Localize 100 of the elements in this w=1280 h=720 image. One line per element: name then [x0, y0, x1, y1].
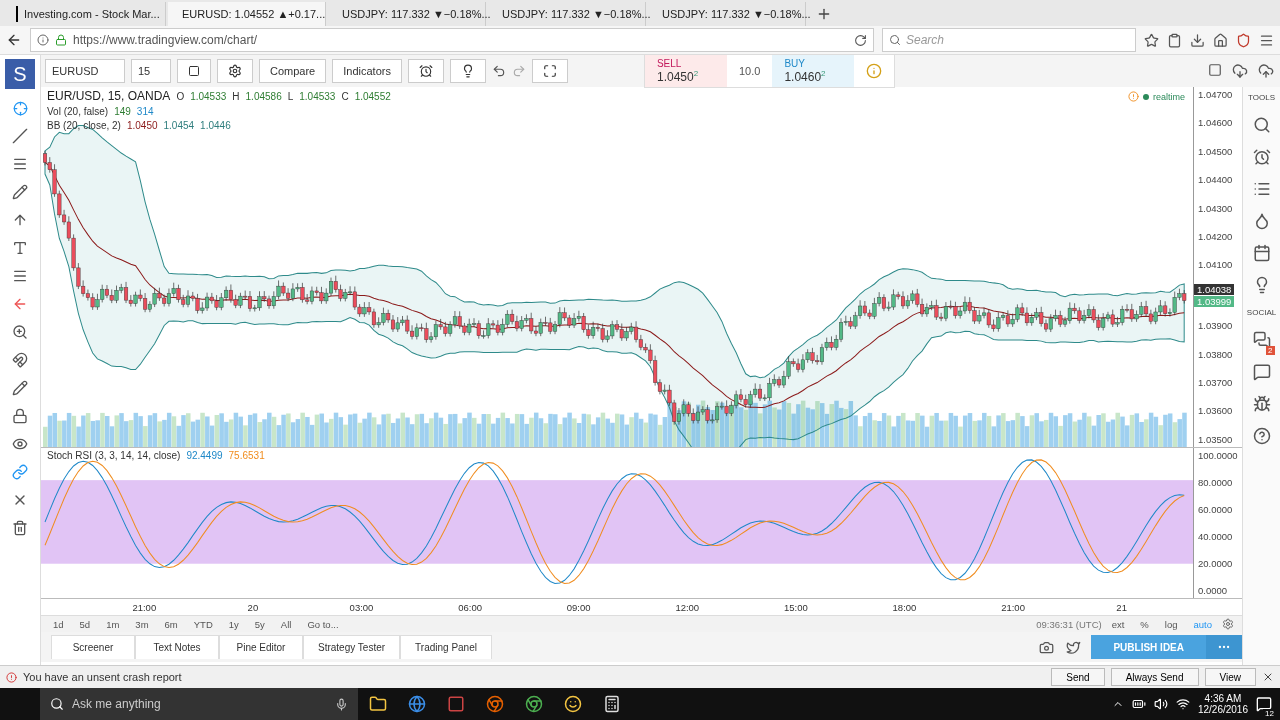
smiley-icon[interactable] — [563, 695, 582, 713]
notification-icon[interactable] — [1256, 696, 1272, 712]
link-icon[interactable] — [12, 464, 28, 480]
bug-icon[interactable] — [1252, 395, 1271, 413]
panel-tab[interactable]: Pine Editor — [219, 635, 303, 659]
panel-tab[interactable]: Strategy Tester — [303, 635, 401, 659]
wifi-icon[interactable] — [1175, 697, 1190, 711]
symbol-field[interactable]: EURUSD — [45, 59, 125, 83]
scale-option[interactable]: ext — [1105, 618, 1131, 630]
range-button[interactable]: 1m — [100, 618, 126, 630]
indicator-name[interactable]: Vol (20, false) — [47, 106, 109, 117]
browser-icon[interactable] — [524, 695, 543, 713]
toolbar-button[interactable]: Indicators — [332, 59, 402, 83]
crash-button[interactable]: View — [1204, 668, 1256, 686]
logo[interactable]: S — [5, 59, 35, 89]
settings-icon[interactable] — [1222, 618, 1234, 630]
speaker-icon[interactable] — [1153, 697, 1168, 711]
price-label: 1.03600 — [1197, 405, 1234, 417]
shield-icon[interactable] — [1236, 32, 1251, 48]
indicator-value: 314 — [136, 106, 154, 117]
download-icon[interactable] — [1190, 32, 1205, 48]
cloud-download-icon[interactable] — [1232, 63, 1248, 79]
sell-button[interactable]: SELL 1.0450$^{2}$ — [644, 55, 727, 87]
search-icon[interactable] — [1252, 116, 1271, 134]
range-button[interactable]: 6m — [158, 618, 184, 630]
settings-button[interactable] — [217, 59, 253, 83]
chat-icon[interactable] — [1252, 331, 1271, 349]
interval-field[interactable]: 15 — [131, 59, 171, 83]
crash-button[interactable]: Always Send — [1110, 668, 1199, 686]
trash-icon[interactable] — [12, 520, 28, 536]
crosshair-icon[interactable] — [12, 101, 28, 116]
help-icon[interactable] — [1252, 427, 1271, 445]
range-button[interactable]: 3m — [129, 618, 155, 630]
ohlc-label: O — [176, 90, 185, 102]
cursor-price-tag: 1.04038 — [1194, 283, 1235, 295]
home-icon[interactable] — [1213, 32, 1228, 48]
message-icon[interactable] — [1252, 363, 1271, 381]
price-label: 1.03800 — [1197, 348, 1234, 360]
magnet-icon[interactable] — [12, 352, 28, 368]
alert-button[interactable] — [407, 59, 444, 83]
indicator-name[interactable]: Stoch RSI (3, 3, 14, 14, close) — [47, 450, 181, 461]
crash-button[interactable]: Send — [1051, 668, 1105, 686]
crash-icon — [6, 671, 17, 683]
clipboard-icon[interactable] — [1167, 32, 1182, 48]
calculator-icon[interactable] — [602, 695, 621, 713]
new-tab-icon[interactable] — [816, 6, 832, 22]
last-price-tag: 1.03999 — [1194, 295, 1235, 307]
parallel-lines-icon[interactable] — [12, 156, 28, 172]
range-button[interactable]: YTD — [187, 618, 219, 630]
buy-button[interactable]: BUY 1.0460$^{2}$ — [772, 55, 855, 87]
panel-tab[interactable]: Trading Panel — [400, 635, 492, 659]
time-label: 09:00 — [565, 601, 592, 613]
social-label: SOCIAL — [1246, 308, 1277, 317]
candle-type-button[interactable] — [177, 59, 211, 83]
taskbar-search[interactable]: Ask me anything — [40, 688, 358, 720]
reload-icon[interactable] — [854, 33, 867, 47]
app-icon[interactable] — [446, 695, 465, 713]
undo-icon[interactable] — [491, 64, 506, 78]
address-field[interactable]: https://www.tradingview.com/chart/ — [30, 28, 874, 52]
price-label: 1.04500 — [1197, 145, 1234, 157]
indicator-name[interactable]: BB (20, close, 2) — [47, 120, 121, 131]
text-tool-icon[interactable] — [12, 240, 28, 256]
range-button[interactable]: Go to... — [301, 618, 345, 630]
battery-icon[interactable] — [1131, 697, 1146, 711]
line-tool-icon[interactable] — [12, 128, 28, 144]
panel-tab[interactable]: Text Notes — [135, 635, 219, 659]
list-icon[interactable] — [1252, 180, 1271, 198]
range-button[interactable]: 5y — [248, 618, 271, 630]
twitter-icon[interactable] — [1066, 639, 1082, 655]
browser-tab[interactable]: EURUSD: 1.04552 ▲+0.17... — [168, 2, 326, 26]
range-button[interactable]: 1d — [47, 618, 70, 630]
back-icon[interactable] — [6, 32, 22, 48]
zoom-icon[interactable] — [12, 324, 28, 340]
ideas-button[interactable] — [449, 59, 486, 83]
panel-tab[interactable]: Screener — [51, 635, 135, 659]
close-icon[interactable] — [1262, 671, 1274, 683]
range-button[interactable]: 1y — [222, 618, 245, 630]
calendar-icon[interactable] — [1252, 244, 1271, 262]
scale-option[interactable]: log — [1158, 618, 1184, 630]
alarm-icon[interactable] — [1252, 148, 1271, 166]
globe-icon[interactable] — [407, 695, 426, 713]
scale-option[interactable]: % — [1134, 618, 1155, 630]
cloud-upload-icon[interactable] — [1258, 63, 1274, 79]
quantity-value: 10.0 — [737, 64, 762, 79]
range-button[interactable]: All — [274, 618, 298, 630]
indicator-value: 75.6531 — [228, 450, 265, 461]
layout-icon[interactable] — [1208, 63, 1222, 77]
star-icon[interactable] — [1144, 32, 1159, 48]
range-button[interactable]: 5d — [73, 618, 97, 630]
chart-title: EUR/USD, 15, OANDA — [47, 89, 171, 103]
toolbar-button[interactable]: Compare — [259, 59, 327, 83]
pencil-icon[interactable] — [12, 184, 28, 200]
rsi-label: 80.0000 — [1197, 477, 1234, 488]
camera-icon[interactable] — [1039, 639, 1055, 655]
menu-icon[interactable] — [1259, 32, 1274, 48]
fullscreen-button[interactable] — [531, 59, 568, 83]
folder-icon[interactable] — [368, 695, 387, 713]
browser-icon[interactable] — [485, 695, 504, 713]
eye-icon[interactable] — [12, 436, 28, 452]
lock-icon[interactable] — [12, 408, 28, 424]
